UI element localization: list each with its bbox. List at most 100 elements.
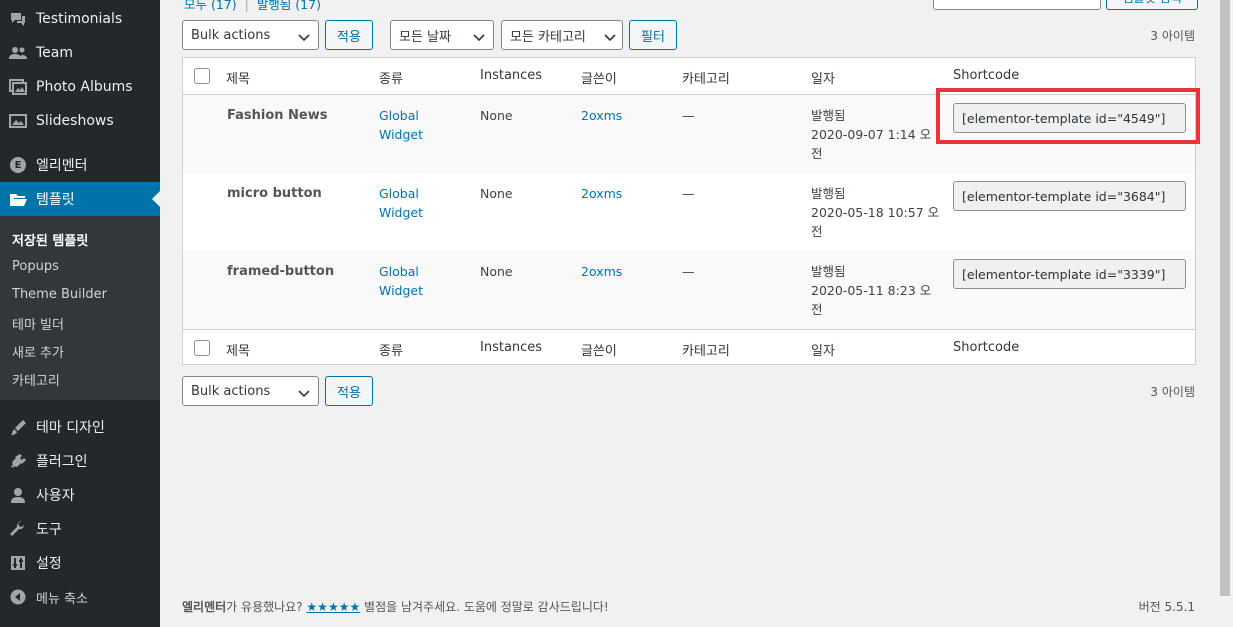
menu-label: 메뉴 축소	[36, 591, 88, 607]
submenu-popups[interactable]: Popups	[12, 259, 59, 274]
status-separator: |	[244, 0, 249, 12]
row-category: —	[682, 186, 695, 201]
menu-label: Team	[36, 45, 74, 61]
row-author-link[interactable]: 2oxms	[581, 262, 622, 281]
settings-icon	[0, 555, 36, 571]
version-text: 버전 5.5.1	[1138, 600, 1195, 614]
templates-submenu: 저장된 템플릿 Popups Theme Builder 테마 빌더 새로 추가…	[0, 216, 160, 400]
menu-label: 템플릿	[36, 192, 75, 208]
column-date-sort[interactable]: 일자	[811, 340, 835, 359]
item-count-bottom: 3 아이템	[1150, 385, 1195, 399]
row-instances: None	[480, 264, 513, 279]
elementor-icon: E	[10, 157, 26, 173]
chevron-down-icon	[298, 387, 310, 402]
column-shortcode: Shortcode	[953, 68, 1020, 83]
apply-button-top[interactable]: 적용	[325, 20, 373, 50]
bulk-actions-select-top[interactable]: Bulk actions	[182, 20, 319, 50]
row-type-link[interactable]: Global Widget	[379, 106, 423, 144]
row-category: —	[682, 264, 695, 279]
chevron-down-icon	[473, 31, 485, 46]
select-all-checkbox[interactable]	[194, 68, 210, 84]
row-author-link[interactable]: 2oxms	[581, 184, 622, 203]
row-instances: None	[480, 108, 513, 123]
date-filter-select[interactable]: 모든 날짜	[390, 20, 494, 50]
submenu-add-new[interactable]: 새로 추가	[12, 342, 64, 361]
bulk-actions-select-bottom[interactable]: Bulk actions	[182, 376, 319, 406]
menu-testimonials[interactable]: Testimonials	[0, 2, 160, 36]
menu-elementor[interactable]: E 엘리멘터	[0, 148, 160, 182]
submenu-categories[interactable]: 카테고리	[12, 370, 60, 389]
status-links: 모두 (17) | 발행됨 (17)	[184, 0, 321, 13]
scrollbar-thumb[interactable]	[1220, 0, 1230, 596]
row-title-link[interactable]: micro button	[227, 184, 322, 203]
column-title-sort[interactable]: 제목	[226, 68, 250, 87]
column-instances: Instances	[480, 340, 543, 355]
row-author-link[interactable]: 2oxms	[581, 106, 622, 125]
menu-label: 도구	[36, 522, 62, 538]
brush-icon	[0, 419, 36, 435]
table-row: micro button Global Widget None 2oxms — 발…	[183, 173, 1195, 251]
folder-icon	[0, 192, 36, 206]
column-author: 글쓴이	[581, 72, 617, 87]
column-title-sort[interactable]: 제목	[226, 340, 250, 359]
item-count-top: 3 아이템	[1150, 29, 1195, 43]
table-row: framed-button Global Widget None 2oxms — …	[183, 251, 1195, 329]
footer-rating-note: 엘리멘터가 유용했나요? ★★★★★ 별점을 남겨주세요. 도움에 정말로 감사…	[182, 598, 609, 615]
row-type-link[interactable]: Global Widget	[379, 262, 423, 300]
type-line: Global	[379, 108, 419, 123]
menu-label: 플러그인	[36, 454, 88, 470]
people-icon	[0, 46, 36, 60]
row-date: 발행됨 2020-09-07 1:14 오전	[811, 106, 931, 163]
menu-label: 사용자	[36, 488, 75, 504]
column-category: 카테고리	[682, 72, 730, 87]
menu-settings[interactable]: 설정	[0, 546, 160, 580]
page-scrollbar[interactable]	[1217, 0, 1233, 627]
filter-button[interactable]: 필터	[629, 20, 677, 50]
date-line: 2020-05-18 10:57 오	[811, 205, 940, 220]
row-date: 발행됨 2020-05-18 10:57 오전	[811, 184, 939, 241]
row-title-link[interactable]: Fashion News	[227, 106, 328, 125]
submenu-saved-templates[interactable]: 저장된 템플릿	[12, 230, 88, 249]
search-templates-button[interactable]: 템플릿 검색	[1106, 0, 1198, 10]
menu-collapse[interactable]: 메뉴 축소	[0, 580, 160, 614]
date-status: 발행됨	[811, 264, 846, 279]
menu-tools[interactable]: 도구	[0, 512, 160, 546]
type-line: Global	[379, 264, 419, 279]
column-instances: Instances	[480, 68, 543, 83]
menu-label: 엘리멘터	[36, 158, 88, 174]
main-content: 모두 (17) | 발행됨 (17) 템플릿 검색 Bulk actions 적…	[160, 0, 1217, 627]
row-title-link[interactable]: framed-button	[227, 262, 334, 281]
apply-button-bottom[interactable]: 적용	[325, 376, 373, 406]
bulk-actions-value: Bulk actions	[191, 383, 271, 399]
menu-slideshows[interactable]: Slideshows	[0, 104, 160, 138]
admin-sidebar: Testimonials Team Photo Albums Slideshow…	[0, 0, 160, 627]
menu-photo-albums[interactable]: Photo Albums	[0, 70, 160, 104]
column-author: 글쓴이	[581, 344, 617, 359]
date-line: 2020-05-11 8:23 오	[811, 283, 932, 298]
column-date-sort[interactable]: 일자	[811, 68, 835, 87]
shortcode-field[interactable]: [elementor-template id="3339"]	[953, 259, 1186, 289]
status-all-link[interactable]: 모두 (17)	[184, 0, 237, 12]
menu-theme-design[interactable]: 테마 디자인	[0, 410, 160, 444]
menu-team[interactable]: Team	[0, 36, 160, 70]
row-type-link[interactable]: Global Widget	[379, 184, 423, 222]
menu-templates[interactable]: 템플릿	[0, 182, 160, 216]
menu-users[interactable]: 사용자	[0, 478, 160, 512]
status-published-link[interactable]: 발행됨 (17)	[257, 0, 321, 12]
submenu-theme-builder-ko[interactable]: 테마 빌더	[12, 314, 64, 333]
gallery-icon	[0, 79, 36, 95]
menu-label: 테마 디자인	[36, 420, 105, 436]
select-all-checkbox-bottom[interactable]	[194, 340, 210, 356]
date-line: 2020-09-07 1:14 오	[811, 127, 932, 142]
chat-bubble-icon	[0, 11, 36, 27]
slides-icon	[0, 113, 36, 129]
search-input[interactable]	[933, 0, 1101, 10]
rating-stars-link[interactable]: ★★★★★	[306, 600, 360, 614]
menu-plugins[interactable]: 플러그인	[0, 444, 160, 478]
user-icon	[0, 487, 36, 503]
menu-label: Photo Albums	[36, 79, 133, 95]
submenu-theme-builder[interactable]: Theme Builder	[12, 287, 107, 302]
category-filter-select[interactable]: 모든 카테고리	[501, 20, 623, 50]
shortcode-field[interactable]: [elementor-template id="3684"]	[953, 181, 1186, 211]
type-line: Widget	[379, 127, 424, 142]
